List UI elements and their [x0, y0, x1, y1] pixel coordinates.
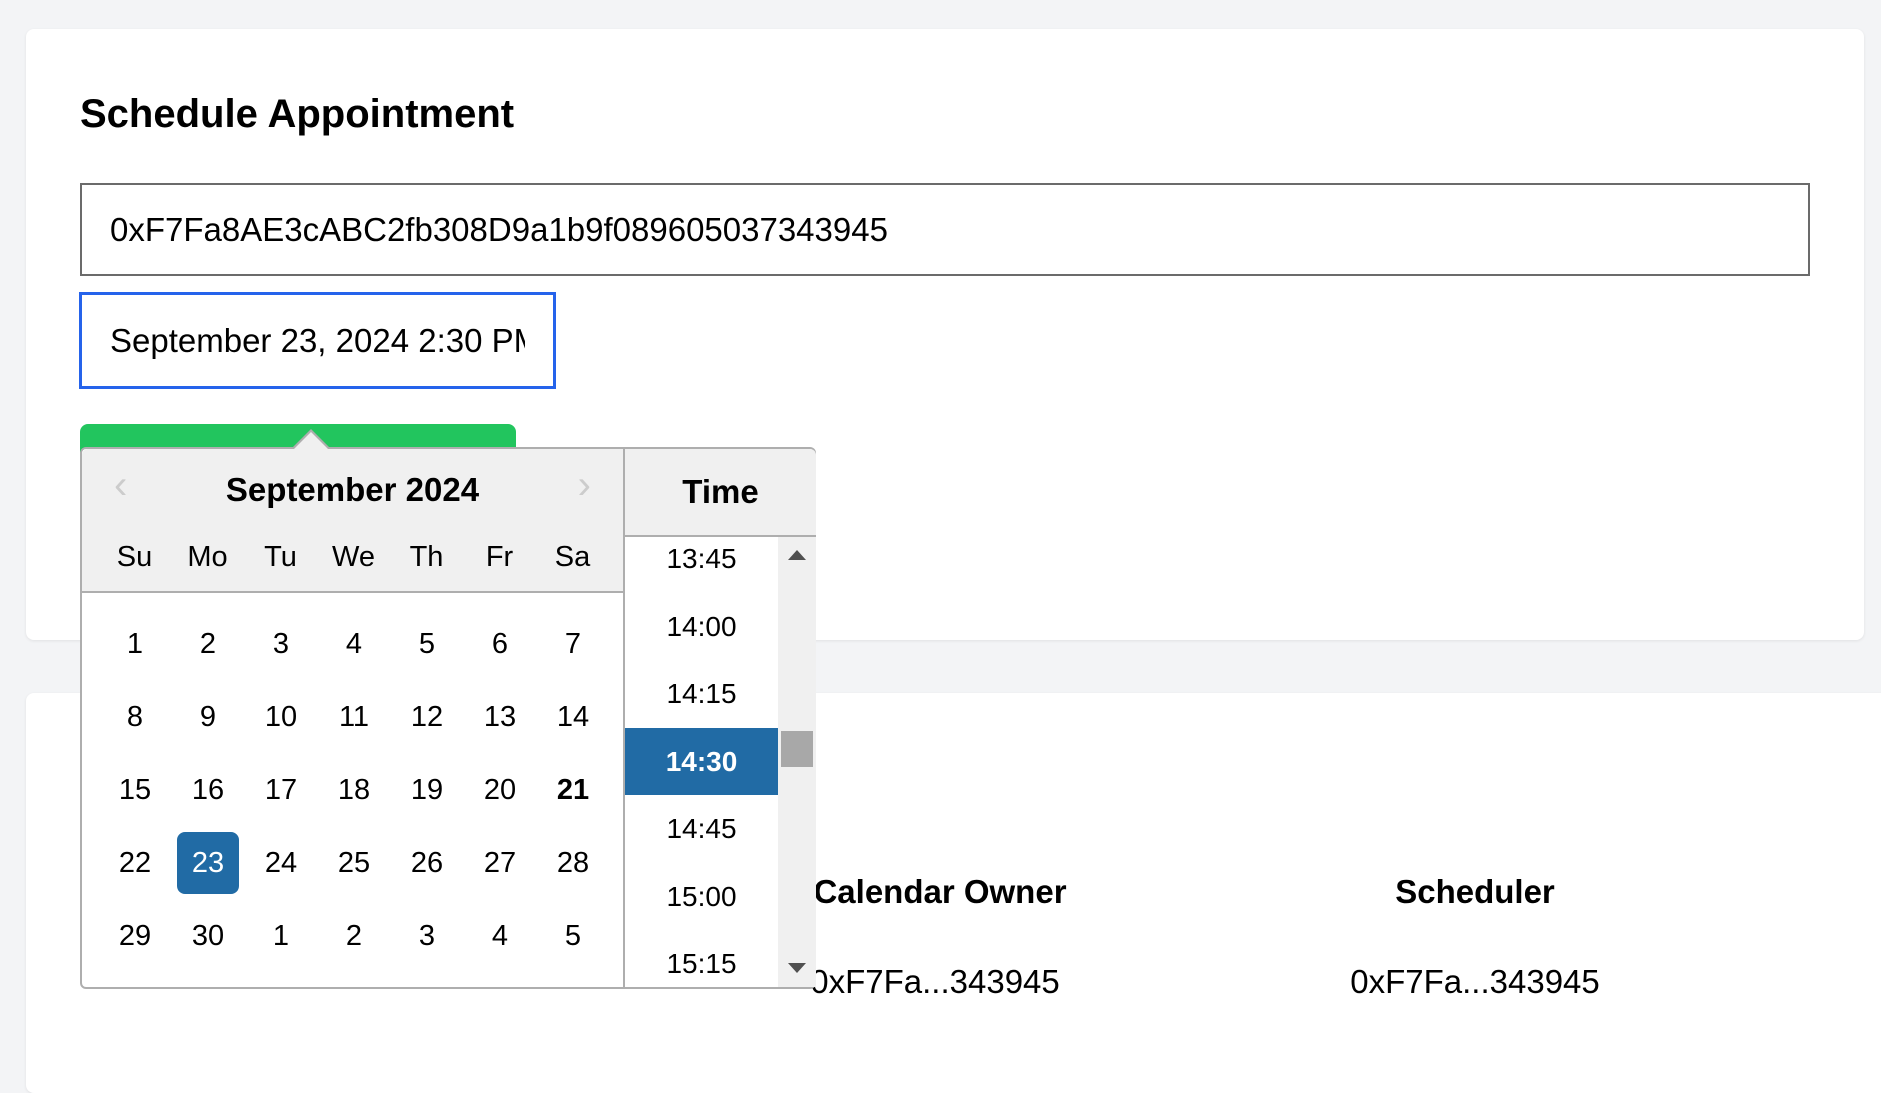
- day-cell[interactable]: 28: [542, 832, 604, 894]
- time-header: Time: [625, 449, 816, 537]
- day-name: Th: [409, 541, 444, 573]
- day-cell[interactable]: 17: [250, 759, 312, 821]
- day-cell[interactable]: 3: [250, 613, 312, 675]
- time-option[interactable]: 14:45: [625, 795, 778, 862]
- page-title: Schedule Appointment: [80, 92, 515, 136]
- day-cell[interactable]: 11: [323, 686, 385, 748]
- day-cell[interactable]: 15: [104, 759, 166, 821]
- address-input[interactable]: 0xF7Fa8AE3cABC2fb308D9a1b9f0896050373439…: [80, 183, 1810, 276]
- day-cell[interactable]: 3: [396, 905, 458, 967]
- time-panel: Time 13:45 14:00 14:15 14:30 14:45 15:00 15:15: [625, 449, 816, 987]
- day-cell[interactable]: 25: [323, 832, 385, 894]
- day-cell[interactable]: 4: [469, 905, 531, 967]
- day-cell[interactable]: 21: [542, 759, 604, 821]
- day-cell[interactable]: 14: [542, 686, 604, 748]
- day-cell[interactable]: 18: [323, 759, 385, 821]
- cell-calendar-owner: 0xF7Fa...343945: [810, 963, 1060, 1000]
- day-cell[interactable]: 5: [542, 905, 604, 967]
- next-month-icon[interactable]: ›: [578, 463, 591, 508]
- header-calendar-owner: Calendar Owner: [813, 873, 1067, 910]
- day-cell[interactable]: 13: [469, 686, 531, 748]
- time-option[interactable]: 15:00: [625, 863, 778, 930]
- day-cell[interactable]: 2: [323, 905, 385, 967]
- calendar-header: ‹ September 2024 › Su Mo Tu We Th Fr Sa: [82, 449, 623, 593]
- day-cell[interactable]: 29: [104, 905, 166, 967]
- scrollbar-thumb[interactable]: [781, 731, 813, 767]
- day-cell[interactable]: 4: [323, 613, 385, 675]
- datetime-value: September 23, 2024 2:30 PM: [110, 321, 525, 359]
- day-name: Fr: [485, 541, 514, 573]
- day-cell[interactable]: 30: [177, 905, 239, 967]
- day-cell[interactable]: 10: [250, 686, 312, 748]
- day-cell[interactable]: 26: [396, 832, 458, 894]
- scroll-up-icon[interactable]: [788, 550, 806, 560]
- day-cell[interactable]: 16: [177, 759, 239, 821]
- time-option[interactable]: 14:15: [625, 660, 778, 727]
- time-option[interactable]: 14:00: [625, 593, 778, 660]
- datepicker-popup: ‹ September 2024 › Su Mo Tu We Th Fr Sa 123456…: [80, 447, 816, 989]
- day-name: Sa: [554, 541, 591, 573]
- day-cell[interactable]: 24: [250, 832, 312, 894]
- month-label: September 2024: [225, 471, 480, 508]
- day-cell[interactable]: 23: [177, 832, 239, 894]
- time-option[interactable]: 13:45: [625, 537, 778, 592]
- datetime-input[interactable]: September 23, 2024 2:30 PM: [79, 292, 556, 389]
- day-cell[interactable]: 12: [396, 686, 458, 748]
- time-scrollbar[interactable]: [778, 537, 816, 987]
- time-option[interactable]: 15:15: [625, 930, 778, 987]
- day-name: Tu: [264, 541, 297, 573]
- day-cell[interactable]: 20: [469, 759, 531, 821]
- day-cell[interactable]: 1: [104, 613, 166, 675]
- day-name: Su: [116, 541, 153, 573]
- day-cell[interactable]: 9: [177, 686, 239, 748]
- day-cell[interactable]: 22: [104, 832, 166, 894]
- day-cell[interactable]: 2: [177, 613, 239, 675]
- day-cell[interactable]: 27: [469, 832, 531, 894]
- day-name: We: [332, 541, 375, 573]
- time-list[interactable]: 13:45 14:00 14:15 14:30 14:45 15:00 15:15: [625, 537, 778, 987]
- scroll-down-icon[interactable]: [788, 963, 806, 973]
- cell-scheduler: 0xF7Fa...343945: [1350, 963, 1600, 1000]
- day-cell[interactable]: 19: [396, 759, 458, 821]
- calendar: ‹ September 2024 › Su Mo Tu We Th Fr Sa 123456…: [82, 449, 625, 987]
- time-option[interactable]: 14:30: [625, 727, 778, 795]
- address-value: 0xF7Fa8AE3cABC2fb308D9a1b9f0896050373439…: [110, 210, 888, 248]
- day-cell[interactable]: 7: [542, 613, 604, 675]
- header-scheduler: Scheduler: [1395, 873, 1555, 910]
- day-cell[interactable]: 6: [469, 613, 531, 675]
- popup-pointer-fill: [294, 432, 328, 449]
- day-name: Mo: [187, 541, 228, 573]
- day-cell[interactable]: 1: [250, 905, 312, 967]
- day-cell[interactable]: 8: [104, 686, 166, 748]
- day-cell[interactable]: 5: [396, 613, 458, 675]
